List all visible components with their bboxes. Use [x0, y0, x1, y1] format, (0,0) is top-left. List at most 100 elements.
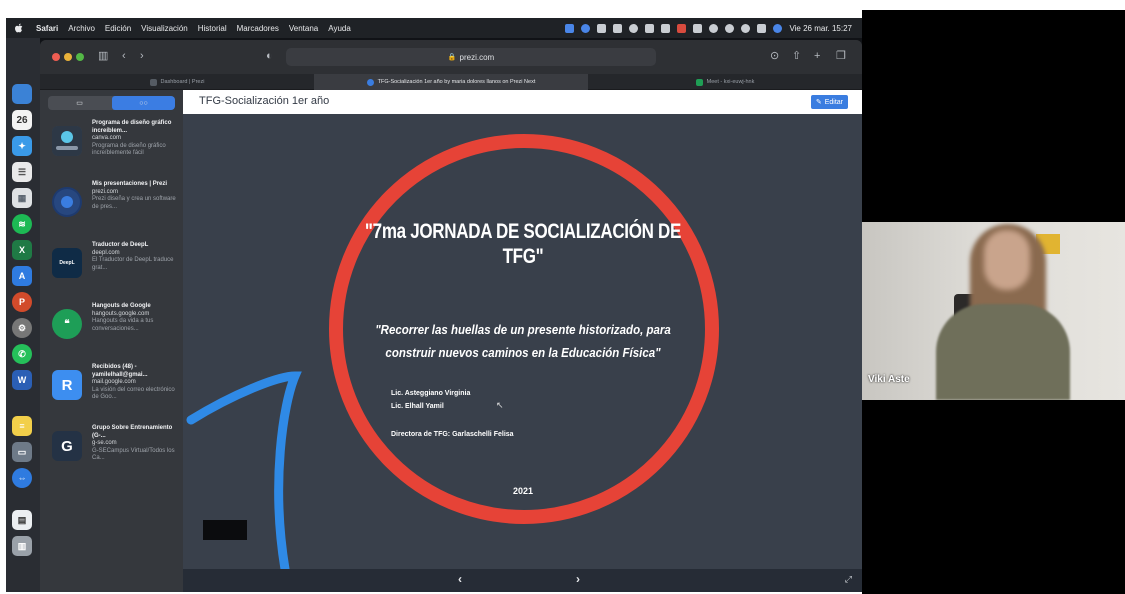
back-icon[interactable]: ‹	[122, 50, 126, 62]
list-item[interactable]: ❝ Hangouts de Google hangouts.google.com…	[52, 303, 178, 361]
favorites-sidebar: ▭ ○○ Programa de diseño gráfico increíbl…	[40, 90, 183, 592]
tab-label: Meet - kxi-euwj-hnk	[706, 79, 755, 85]
menu-ayuda[interactable]: Ayuda	[328, 24, 351, 33]
forward-icon[interactable]: ›	[140, 50, 144, 62]
notes-icon[interactable]: ≡	[12, 416, 32, 436]
window-minimize-button[interactable]	[64, 53, 72, 61]
list-item[interactable]: Mis presentaciones | Prezi prezi.com Pre…	[52, 181, 178, 239]
prezi-favicon-icon	[366, 78, 374, 86]
reading-list-icon: ○○	[139, 99, 148, 107]
prezi-viewer: TFG-Socialización 1er año ✎ Editar "7ma …	[183, 90, 862, 592]
powerpoint-icon[interactable]: P	[12, 292, 32, 312]
list-item[interactable]: R Recibidos (48) - yamilelhall@gmai... m…	[52, 364, 178, 422]
edit-button[interactable]: ✎ Editar	[810, 95, 848, 109]
canva-thumbnail	[52, 126, 82, 156]
menu-edicion[interactable]: Edición	[105, 24, 131, 33]
user-icon[interactable]	[725, 23, 735, 33]
finder-icon[interactable]	[12, 84, 32, 104]
window-zoom-button[interactable]	[76, 53, 84, 61]
item-description: Programa de diseño gráfico increíblement…	[92, 142, 166, 157]
item-url: hangouts.google.com	[92, 310, 150, 317]
volume-icon[interactable]	[645, 23, 655, 33]
menu-clock[interactable]: Vie 26 mar. 15:27	[789, 24, 852, 33]
item-url: deepl.com	[92, 249, 120, 256]
item-description: Prezi diseña y crea un software de pres.…	[92, 196, 176, 210]
item-url: prezi.com	[92, 188, 119, 195]
status-app-icon[interactable]	[565, 23, 575, 33]
slide-canvas: "7ma JORNADA DE SOCIALIZACIÓN DE TFG" "R…	[183, 114, 862, 569]
tab-bar: Dashboard | Prezi TFG-Socialización 1er …	[40, 74, 862, 90]
next-slide-button[interactable]: ›	[576, 572, 580, 586]
item-title: Grupo Sobre Entrenamiento (G-...	[92, 425, 173, 439]
thumb-letter: R	[61, 376, 73, 394]
sidebar-segmented-control: ▭ ○○	[48, 96, 175, 110]
downloads-icon[interactable]: ⊙	[770, 50, 779, 62]
bookmarks-tab[interactable]: ▭	[48, 96, 111, 110]
menu-app-name[interactable]: Safari	[36, 24, 58, 33]
item-title: Traductor de DeepL	[92, 242, 149, 248]
participant-video-tile[interactable]: Viki Aste	[862, 222, 1125, 400]
item-description: La visión del correo electrónico de Goo.…	[92, 386, 175, 401]
control-center-icon[interactable]	[757, 23, 767, 33]
menu-ventana[interactable]: Ventana	[289, 24, 318, 33]
notes-list-icon[interactable]: ☰	[12, 162, 32, 182]
item-description: G-SECampus Virtual/Todos los Ca...	[92, 447, 175, 462]
prezi-header: TFG-Socialización 1er año ✎ Editar	[183, 90, 862, 114]
excel-icon[interactable]: X	[12, 240, 32, 260]
tab-tfg-prezi[interactable]: TFG-Socialización 1er año by maria dolor…	[314, 74, 588, 90]
status-record-icon[interactable]	[629, 23, 639, 33]
menu-historial[interactable]: Historial	[198, 24, 227, 33]
siri-icon[interactable]	[773, 23, 783, 33]
spotlight-search-icon[interactable]	[741, 23, 751, 33]
g-se-letter-icon: G	[52, 431, 82, 461]
screen-share-icon[interactable]: ▭	[12, 442, 32, 462]
calendar-icon[interactable]: 26	[12, 110, 32, 130]
fullscreen-icon[interactable]: ⤢	[845, 574, 852, 585]
list-item[interactable]: Programa de diseño gráfico increíblem...…	[52, 120, 178, 178]
status-display-icon[interactable]	[613, 23, 623, 33]
list-item[interactable]: DeepL Traductor de DeepL deepl.com El Tr…	[52, 242, 178, 300]
teamviewer-icon[interactable]: ⇔	[12, 468, 32, 488]
apple-icon[interactable]	[14, 23, 24, 34]
calculator-icon[interactable]: ▦	[12, 188, 32, 208]
gmail-letter-icon: R	[52, 370, 82, 400]
window-close-button[interactable]	[52, 53, 60, 61]
status-sync-icon[interactable]	[581, 23, 591, 33]
menu-visualizacion[interactable]: Visualización	[141, 24, 188, 33]
slide-quote: "Recorrer las huellas de un presente his…	[375, 323, 671, 361]
bluetooth-icon[interactable]	[661, 23, 671, 33]
slide-title: "7ma JORNADA DE SOCIALIZACIÓN DE TFG"	[364, 219, 682, 268]
wifi-icon[interactable]	[709, 23, 719, 33]
menu-marcadores[interactable]: Marcadores	[237, 24, 279, 33]
app-store-icon[interactable]: A	[12, 266, 32, 286]
system-preferences-icon[interactable]: ⚙	[12, 318, 32, 338]
word-icon[interactable]: W	[12, 370, 32, 390]
battery-icon[interactable]	[693, 23, 703, 33]
share-icon[interactable]: ⇧	[792, 50, 801, 62]
tab-meet[interactable]: Meet - kxi-euwj-hnk	[588, 74, 862, 90]
document-icon[interactable]: ▤	[12, 510, 32, 530]
previous-slide-button[interactable]: ‹	[458, 572, 462, 586]
menu-archivo[interactable]: Archivo	[68, 24, 95, 33]
flag-icon[interactable]	[677, 23, 687, 33]
trash-icon[interactable]: ▥	[12, 536, 32, 556]
item-title: Mis presentaciones | Prezi	[92, 181, 168, 187]
tab-label: Dashboard | Prezi	[160, 79, 205, 85]
reading-list-tab[interactable]: ○○	[112, 96, 175, 110]
shield-icon[interactable]: ◐	[266, 50, 273, 62]
item-description: El Traductor de DeepL traduce grat...	[92, 257, 174, 271]
prezi-favicon-icon	[149, 78, 157, 86]
sidebar-toggle-icon[interactable]: ▥	[98, 50, 108, 62]
safari-icon[interactable]: ✦	[12, 136, 32, 156]
tab-dashboard-prezi[interactable]: Dashboard | Prezi	[40, 74, 314, 90]
address-bar[interactable]: 🔒 prezi.com	[286, 48, 656, 66]
status-percent-icon[interactable]	[597, 23, 607, 33]
edit-label: Editar	[824, 98, 843, 106]
item-title: Hangouts de Google	[92, 303, 151, 309]
whatsapp-icon[interactable]: ✆	[12, 344, 32, 364]
new-tab-icon[interactable]: +	[814, 50, 820, 62]
spotify-icon[interactable]: ≋	[12, 214, 32, 234]
tab-overview-icon[interactable]: ❐	[836, 50, 846, 62]
list-item[interactable]: G Grupo Sobre Entrenamiento (G-... g-se.…	[52, 425, 178, 483]
address-url: prezi.com	[459, 52, 495, 62]
